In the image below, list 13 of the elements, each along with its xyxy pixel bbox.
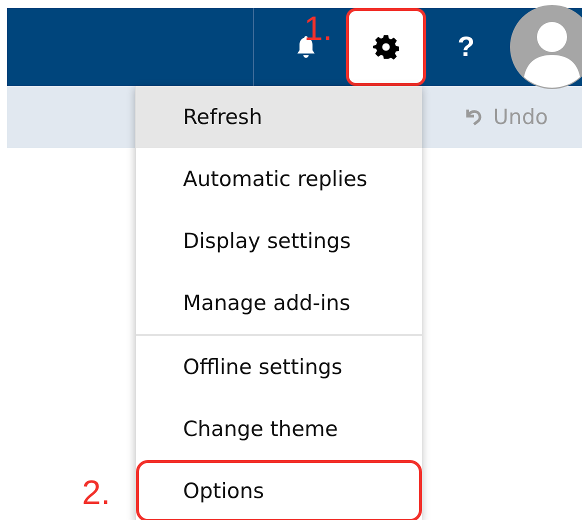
help-button[interactable]: ? — [426, 8, 506, 86]
menu-item[interactable]: Automatic replies — [136, 148, 422, 210]
menu-item[interactable]: Refresh — [136, 86, 422, 148]
settings-button[interactable] — [346, 8, 426, 86]
settings-icon — [373, 34, 399, 60]
step-number: 2. — [82, 474, 110, 513]
menu-item[interactable]: Manage add-ins — [136, 272, 422, 334]
menu-item[interactable]: Options — [136, 460, 422, 520]
avatar[interactable] — [510, 8, 582, 86]
step-number: 1. — [304, 10, 332, 49]
menu-item[interactable]: Change theme — [136, 398, 422, 460]
menu-item[interactable]: Offline settings — [136, 334, 422, 398]
menu-item[interactable]: Display settings — [136, 210, 422, 272]
